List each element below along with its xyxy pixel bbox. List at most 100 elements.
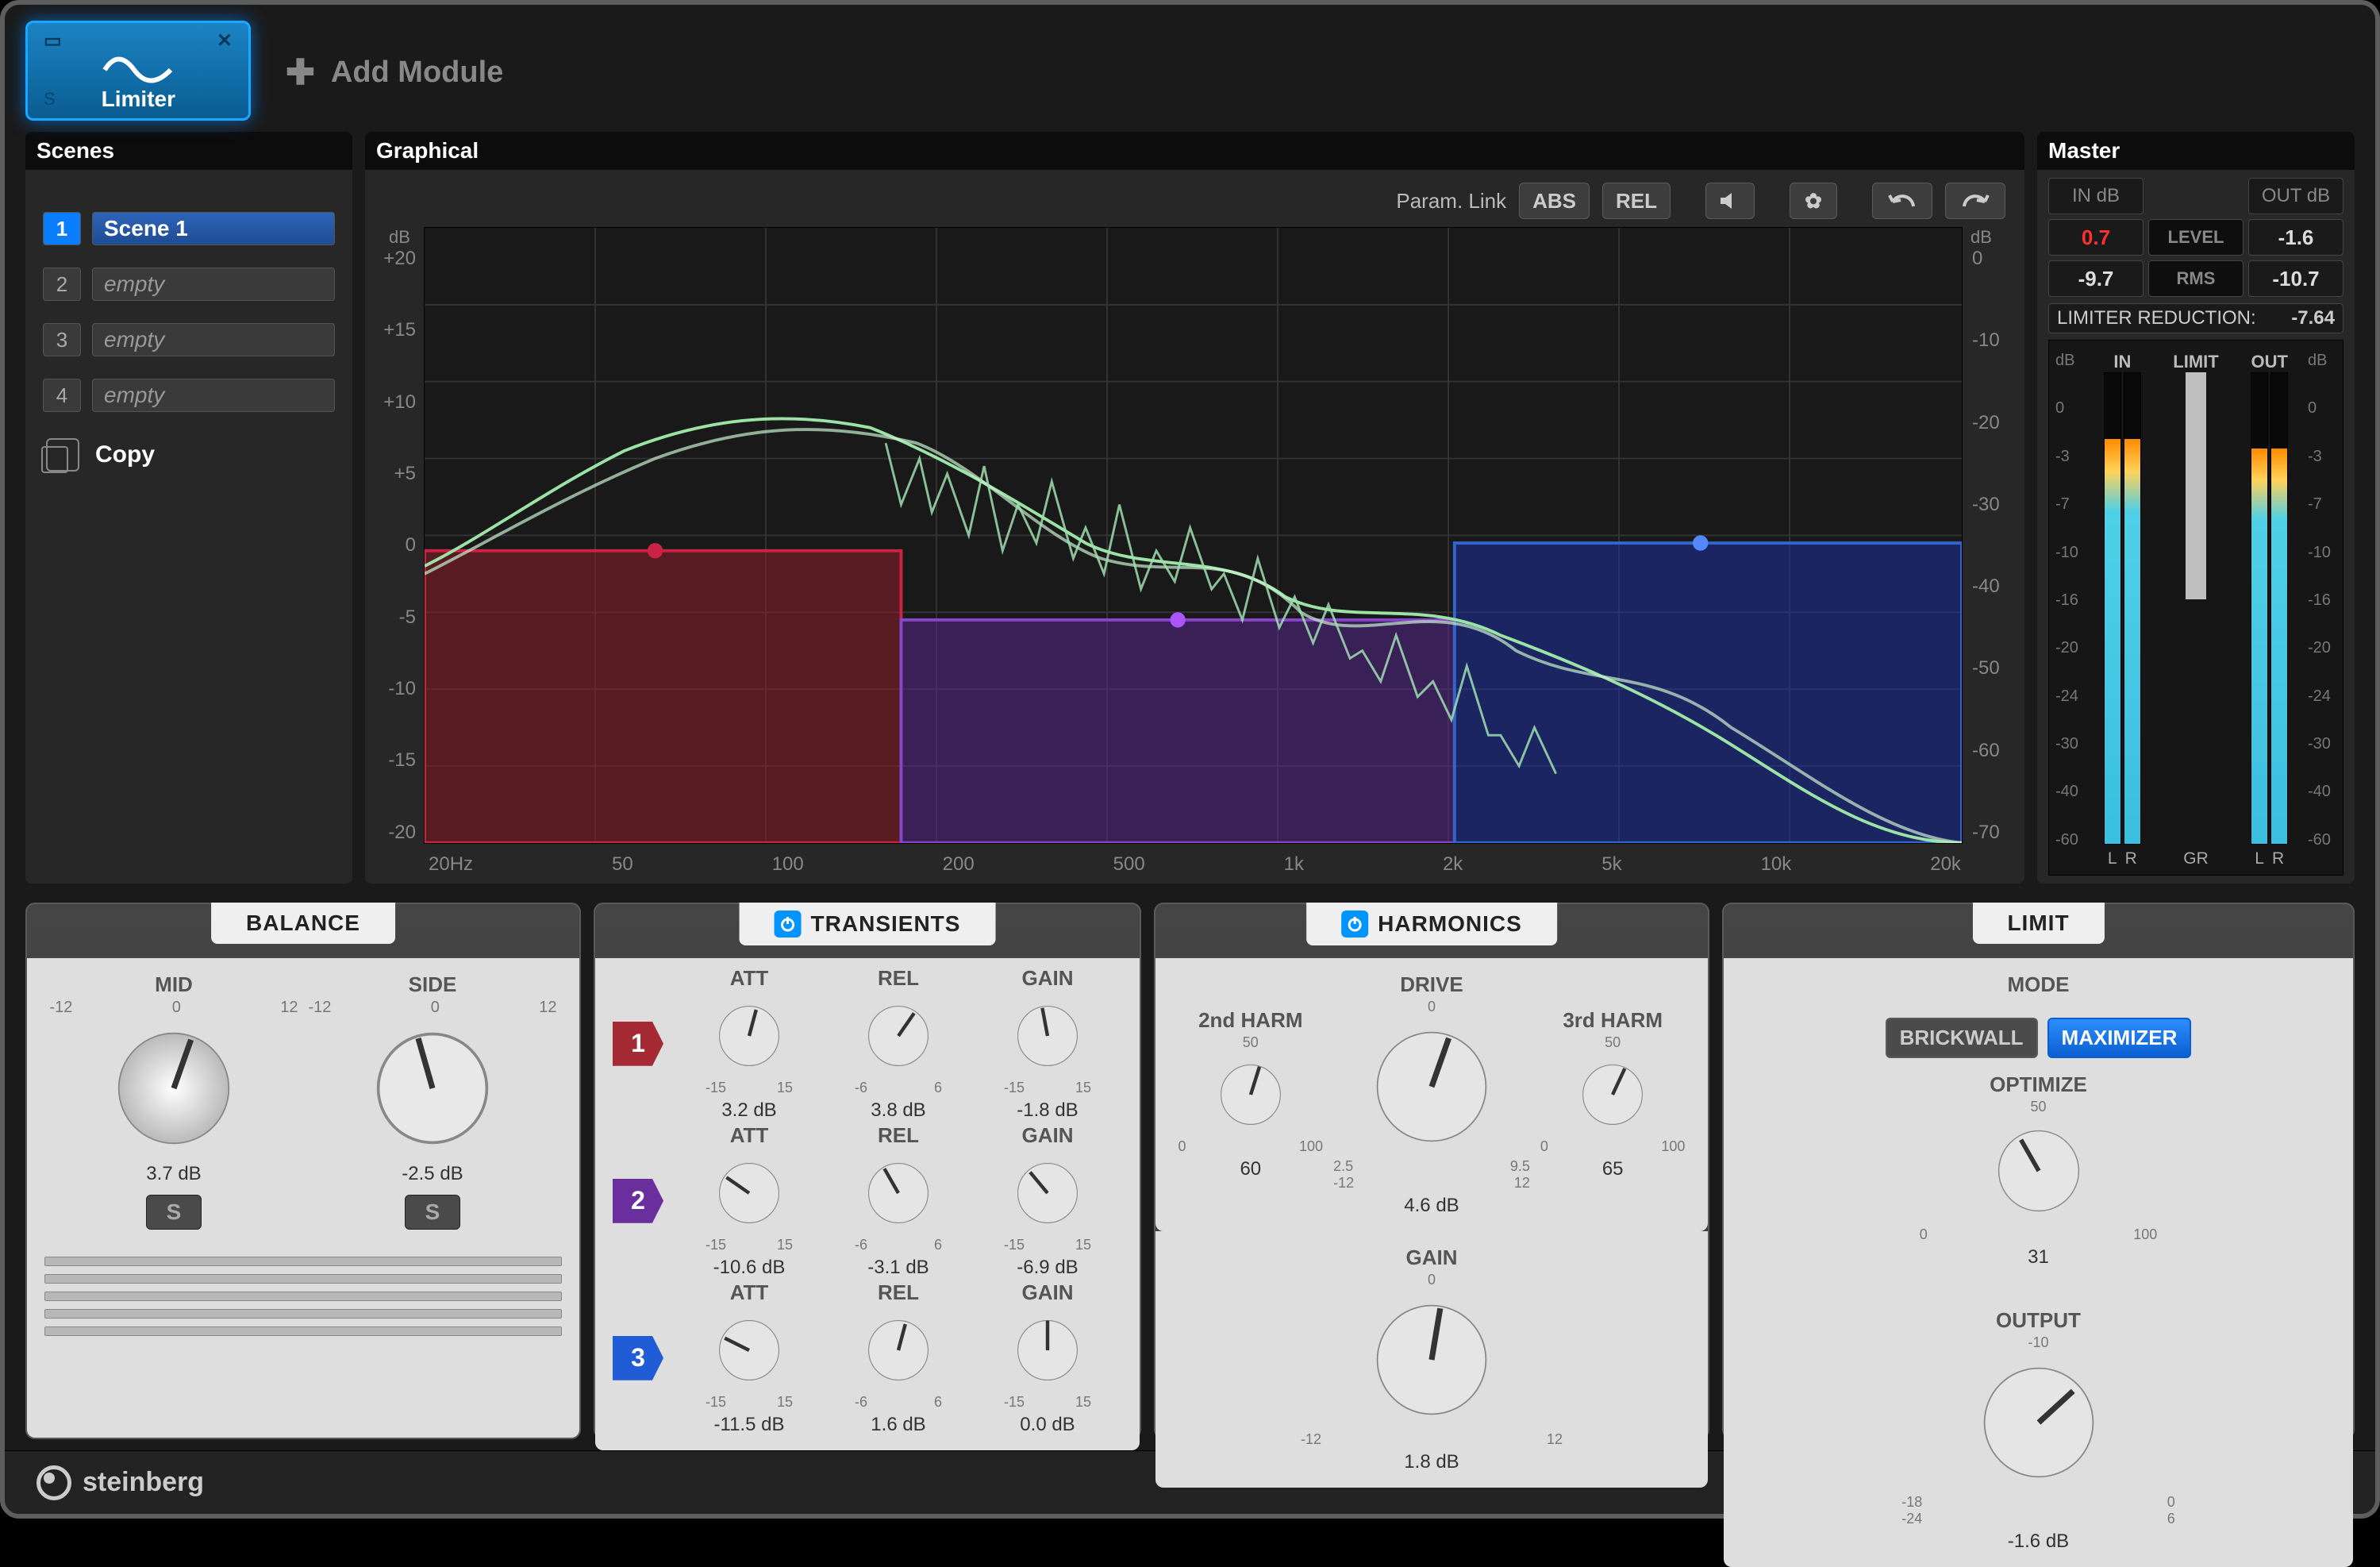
mode-toggle: BRICKWALL MAXIMIZER <box>1886 1018 2192 1058</box>
meter-out-l <box>2251 372 2268 845</box>
transients-power-button[interactable] <box>775 911 802 938</box>
harmonics-power-button[interactable] <box>1341 911 1368 938</box>
scene-row[interactable]: 1 Scene 1 <box>43 206 335 251</box>
harmonics-panel: HARMONICS 2nd HARM 50 0100 60 DRIVE 0 <box>1154 903 1709 1439</box>
scene-label[interactable]: empty <box>92 323 335 356</box>
plus-icon: ✚ <box>286 52 315 93</box>
limit-tab: LIMIT <box>1972 903 2104 944</box>
band2-att-knob[interactable] <box>706 1149 793 1237</box>
transient-band-row: 2 ATT -1515 -10.6 dB REL -66 -3.1 dB <box>613 1123 1122 1279</box>
band2-rel-knob[interactable] <box>855 1149 942 1237</box>
master-body: IN dB OUT dB 0.7 LEVEL -1.6 -9.7 RMS -10… <box>2037 170 2355 884</box>
meter-group-in: IN L R <box>2087 348 2158 868</box>
meter-gain-reduction <box>2186 372 2206 599</box>
steinberg-logo: steinberg <box>37 1465 204 1500</box>
master-title: Master <box>2037 132 2355 170</box>
module-tab-limiter[interactable]: ▭ ✕ S Limiter <box>25 21 251 121</box>
param-link-label: Param. Link <box>1396 189 1506 214</box>
spectrum-display[interactable] <box>424 227 1963 844</box>
band3-rel-knob[interactable] <box>855 1307 942 1394</box>
scene-label[interactable]: Scene 1 <box>92 212 335 245</box>
band3-gain-knob[interactable] <box>1004 1307 1091 1394</box>
out-level-value[interactable]: -1.6 <box>2248 219 2343 256</box>
mode-maximizer-button[interactable]: MAXIMIZER <box>2047 1018 2192 1058</box>
mid-value[interactable]: 3.7 dB <box>146 1163 201 1185</box>
meter-in-r <box>2124 372 2141 845</box>
band1-rel-knob[interactable] <box>855 992 942 1080</box>
meter-ticks-left: dB 0 -3 -7 -10 -16 -20 -24 -30 -40 -60 <box>2055 348 2084 868</box>
scene-number[interactable]: 3 <box>43 323 81 356</box>
undo-button[interactable] <box>1872 183 1932 219</box>
side-solo-button[interactable]: S <box>405 1195 460 1230</box>
param-link-rel-button[interactable]: REL <box>1602 183 1671 219</box>
in-rms-value[interactable]: -9.7 <box>2048 260 2144 297</box>
scene-number[interactable]: 2 <box>43 268 81 301</box>
harmonics-gain-knob[interactable] <box>1360 1288 1503 1431</box>
settings-button[interactable]: ✿ <box>1790 183 1837 219</box>
gear-icon: ✿ <box>1805 189 1822 214</box>
band-badge-3[interactable]: 3 <box>613 1336 663 1380</box>
scenes-title: Scenes <box>25 132 352 170</box>
lower-section: BALANCE MID -12 0 12 <box>5 891 2375 1450</box>
transients-panel: TRANSIENTS 1 ATT -1515 3.2 dB <box>594 903 1141 1439</box>
band-badge-2[interactable]: 2 <box>613 1179 663 1223</box>
scene-label[interactable]: empty <box>92 379 335 412</box>
scenes-body: 1 Scene 1 2 empty 3 empty 4 empty Cop <box>25 170 352 884</box>
mid-knob[interactable] <box>102 1017 245 1160</box>
output-knob[interactable] <box>1967 1351 2110 1494</box>
scene-label[interactable]: empty <box>92 268 335 301</box>
param-link-abs-button[interactable]: ABS <box>1519 183 1590 219</box>
module-bypass-icon[interactable]: ▭ <box>44 29 62 52</box>
limiter-wave-icon <box>102 53 174 87</box>
redo-button[interactable] <box>1945 183 2005 219</box>
module-close-icon[interactable]: ✕ <box>217 29 233 52</box>
meter-in-l <box>2104 372 2121 845</box>
third-harm-knob[interactable] <box>1569 1051 1656 1138</box>
limiter-reduction-label: LIMITER REDUCTION: <box>2057 307 2256 329</box>
add-module-button[interactable]: ✚ Add Module <box>286 37 503 108</box>
y-left-unit: dB <box>375 227 419 248</box>
out-rms-value[interactable]: -10.7 <box>2248 260 2343 297</box>
mid-solo-button[interactable]: S <box>146 1195 202 1230</box>
listen-button[interactable] <box>1705 183 1755 219</box>
mode-brickwall-button[interactable]: BRICKWALL <box>1886 1018 2038 1058</box>
solo-flag-icon[interactable]: S <box>44 89 56 110</box>
scene-row[interactable]: 4 empty <box>43 373 335 418</box>
limiter-reduction-value: -7.64 <box>2291 307 2335 329</box>
module-tab-mini-controls: ▭ ✕ <box>44 29 233 52</box>
meter-out-r <box>2270 372 2288 845</box>
in-db-header: IN dB <box>2048 178 2144 214</box>
side-knob[interactable] <box>361 1017 504 1160</box>
undo-icon <box>1886 191 1918 211</box>
module-tab-label: Limiter <box>102 87 175 112</box>
in-level-value[interactable]: 0.7 <box>2048 219 2144 256</box>
scene-row[interactable]: 3 empty <box>43 318 335 362</box>
copy-scene-button[interactable]: Copy <box>43 438 335 472</box>
y-right-unit: dB <box>1967 227 2012 248</box>
side-value[interactable]: -2.5 dB <box>402 1163 463 1185</box>
scene-row[interactable]: 2 empty <box>43 262 335 306</box>
main-upper: Scenes 1 Scene 1 2 empty 3 empty 4 empty <box>5 132 2375 891</box>
graph-toolbar: Param. Link ABS REL ✿ <box>365 170 2024 219</box>
scenes-panel: Scenes 1 Scene 1 2 empty 3 empty 4 empty <box>25 132 352 884</box>
band1-gain-knob[interactable] <box>1004 992 1091 1080</box>
graphical-title: Graphical <box>365 132 2024 170</box>
drive-knob[interactable] <box>1360 1015 1503 1158</box>
balance-mini-meters <box>44 1257 562 1336</box>
master-meters: dB 0 -3 -7 -10 -16 -20 -24 -30 -40 -60 <box>2048 340 2343 876</box>
scene-number[interactable]: 1 <box>43 212 81 245</box>
graph-canvas[interactable]: dB +20 +15 +10 +5 0 -5 -10 -15 -20 <box>365 219 2024 850</box>
second-harm-knob[interactable] <box>1207 1051 1294 1138</box>
meter-ticks-right: dB 0 -3 -7 -10 -16 -20 -24 -30 -40 -60 <box>2308 348 2336 868</box>
band-badge-1[interactable]: 1 <box>613 1022 663 1066</box>
side-knob-cell: SIDE -12 0 12 -2.5 dB S <box>309 972 557 1230</box>
steinberg-ring-icon <box>37 1465 71 1500</box>
optimize-knob[interactable] <box>1983 1115 2094 1226</box>
band1-att-knob[interactable] <box>706 992 793 1080</box>
band2-gain-knob[interactable] <box>1004 1149 1091 1237</box>
master-readouts: IN dB OUT dB 0.7 LEVEL -1.6 -9.7 RMS -10… <box>2048 178 2343 297</box>
limiter-reduction-readout[interactable]: LIMITER REDUCTION: -7.64 <box>2048 303 2343 333</box>
scene-number[interactable]: 4 <box>43 379 81 412</box>
copy-label: Copy <box>95 441 155 468</box>
band3-att-knob[interactable] <box>706 1307 793 1394</box>
